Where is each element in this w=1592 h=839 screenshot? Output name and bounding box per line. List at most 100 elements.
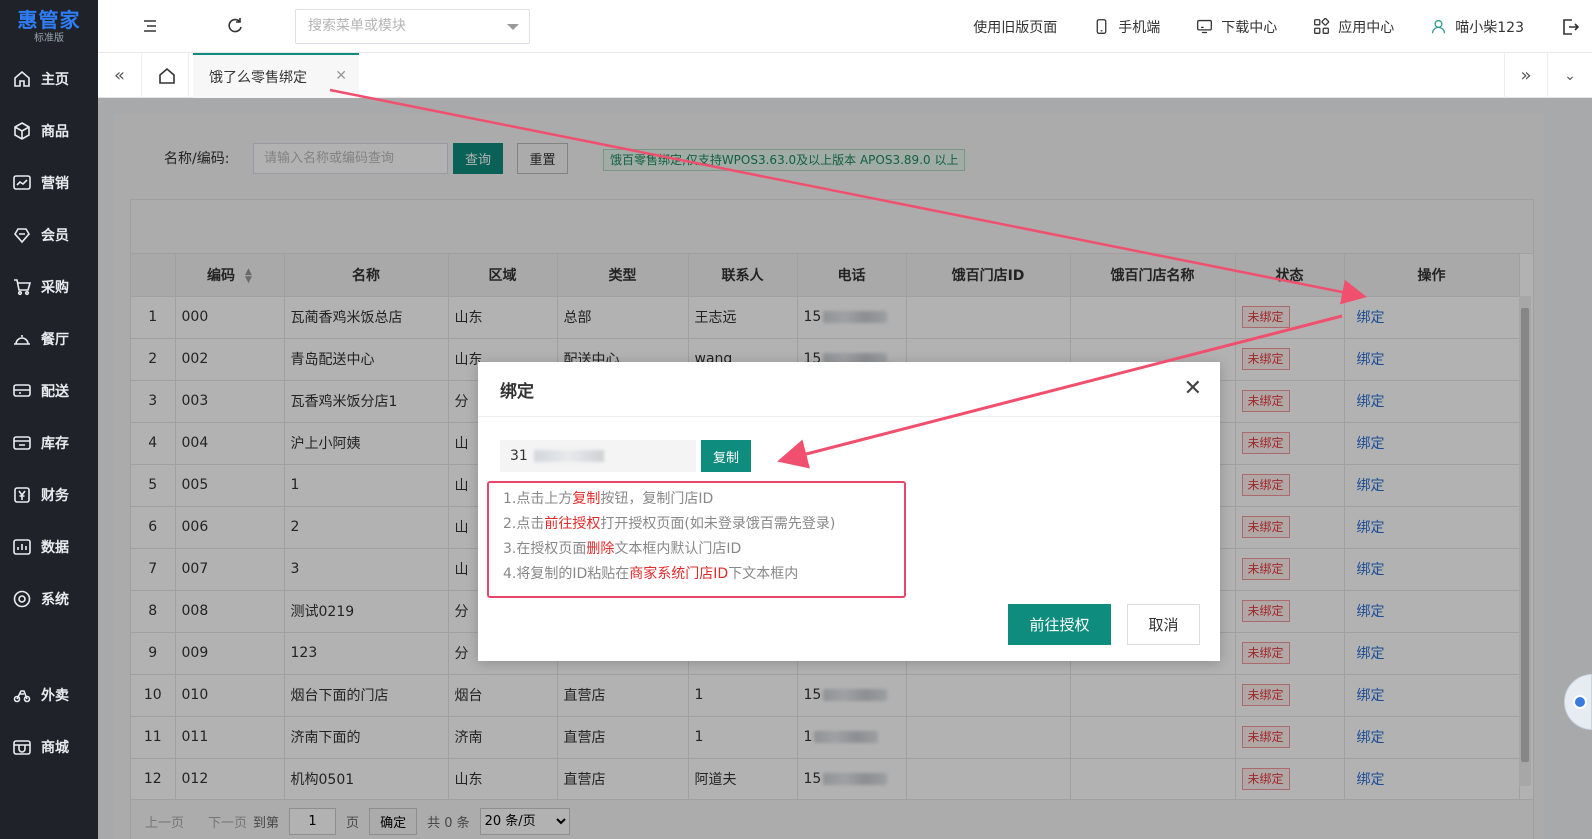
tab-bar: « 饿了么零售绑定 ✕ » ⌄: [98, 53, 1592, 98]
sidebar-item-label: 外卖: [41, 688, 69, 704]
top-header: 使用旧版页面 手机端 下载中心 应用中心 喵小柴123: [98, 0, 1592, 53]
sidebar-item-label: 会员: [41, 228, 69, 244]
download-center-link[interactable]: 下载中心: [1196, 17, 1277, 37]
logo: 惠管家 标准版: [0, 0, 98, 53]
copy-button[interactable]: 复制: [701, 440, 751, 472]
instructions-box: 1.点击上方复制按钮，复制门店ID 2.点击前往授权打开授权页面(如未登录饿百需…: [487, 481, 906, 598]
home-icon: [158, 67, 175, 84]
step-text: 2.点击: [503, 516, 545, 532]
sidebar-item-label: 营销: [41, 176, 69, 192]
old-page-label: 使用旧版页面: [973, 19, 1058, 36]
inventory-icon: [13, 436, 31, 450]
old-page-link[interactable]: 使用旧版页面: [973, 17, 1057, 37]
tabs-menu-button[interactable]: ⌄: [1548, 53, 1592, 98]
instruction-step: 1.点击上方复制按钮，复制门店ID: [503, 487, 904, 512]
logo-title: 惠管家: [17, 7, 81, 32]
sidebar-item-label: 配送: [41, 384, 69, 400]
step-text: 3.在授权页面: [503, 541, 587, 557]
chevron-down-icon[interactable]: [507, 24, 519, 30]
sidebar-item-label: 商城: [41, 740, 69, 756]
menu-icon[interactable]: [140, 16, 160, 36]
double-chevron-right-icon: »: [1520, 65, 1532, 86]
chevron-down-icon: ⌄: [1564, 67, 1576, 84]
sidebar-item-takeout[interactable]: 外卖: [0, 669, 98, 721]
sidebar-item-system[interactable]: 系统: [0, 573, 98, 625]
sidebar-item-label: 主页: [41, 72, 69, 88]
tab-eleme-retail-bind[interactable]: 饿了么零售绑定 ✕: [193, 53, 359, 98]
assistant-icon: [1573, 695, 1587, 709]
sidebar: 惠管家 标准版 主页 商品 营销 会员 采购 餐厅 配送 库存 财务 数据 系统…: [0, 0, 98, 839]
instruction-step: 2.点击前往授权打开授权页面(如未登录饿百需先登录): [503, 512, 904, 537]
sidebar-item-label: 系统: [41, 592, 69, 608]
chart-icon: [13, 175, 31, 190]
close-icon[interactable]: ✕: [335, 68, 347, 84]
mobile-link[interactable]: 手机端: [1093, 17, 1160, 37]
mobile-label: 手机端: [1118, 19, 1161, 36]
step-text: 文本框内默认门店ID: [614, 541, 742, 557]
logout-icon[interactable]: [1560, 17, 1580, 37]
sidebar-item-label: 餐厅: [41, 332, 69, 348]
diamond-icon: [14, 228, 30, 244]
user-menu[interactable]: 喵小柴123: [1430, 17, 1524, 37]
monitor-icon: [1197, 19, 1213, 34]
sidebar-item-inventory[interactable]: 库存: [0, 417, 98, 469]
box-icon: [14, 122, 30, 140]
tab-label: 饿了么零售绑定: [209, 69, 307, 86]
sidebar-item-finance[interactable]: 财务: [0, 469, 98, 521]
sidebar-item-label: 采购: [41, 280, 69, 296]
step-text: 打开授权页面(如未登录饿百需先登录): [600, 516, 836, 532]
sidebar-item-label: 数据: [41, 540, 69, 556]
download-center-label: 下载中心: [1221, 19, 1278, 36]
sidebar-item-home[interactable]: 主页: [0, 53, 98, 105]
logo-edition: 标准版: [34, 32, 64, 44]
user-name: 喵小柴123: [1455, 19, 1524, 36]
step-highlight: 复制: [572, 491, 601, 507]
yen-icon: [14, 487, 30, 503]
user-icon: [1432, 19, 1446, 34]
step-text: 4.将复制的ID粘贴在: [503, 566, 630, 582]
sidebar-item-goods[interactable]: 商品: [0, 105, 98, 157]
step-text: 按钮，复制门店ID: [600, 491, 714, 507]
sidebar-item-label: 商品: [41, 124, 69, 140]
app-center-link[interactable]: 应用中心: [1313, 17, 1394, 37]
step-text: 下文本框内: [728, 566, 799, 582]
settings-icon: [13, 590, 31, 608]
home-icon: [14, 70, 30, 87]
step-highlight: 前往授权: [544, 516, 601, 532]
sidebar-item-purchase[interactable]: 采购: [0, 261, 98, 313]
sidebar-item-delivery[interactable]: 配送: [0, 365, 98, 417]
sidebar-item-label: 财务: [41, 488, 69, 504]
dialog-title: 绑定: [478, 362, 1220, 417]
home-tab-button[interactable]: [145, 53, 189, 98]
bar-chart-icon: [13, 539, 31, 555]
sidebar-item-members[interactable]: 会员: [0, 209, 98, 261]
sidebar-item-data[interactable]: 数据: [0, 521, 98, 573]
go-authorize-button[interactable]: 前往授权: [1008, 604, 1111, 645]
instruction-step: 3.在授权页面删除文本框内默认门店ID: [503, 537, 904, 562]
step-highlight: 商家系统门店ID: [629, 566, 729, 582]
menu-search-input[interactable]: [308, 18, 498, 34]
menu-search[interactable]: [295, 9, 530, 44]
refresh-icon[interactable]: [225, 16, 245, 36]
sidebar-item-mall[interactable]: 商城: [0, 721, 98, 773]
sidebar-item-restaurant[interactable]: 餐厅: [0, 313, 98, 365]
sidebar-item-marketing[interactable]: 营销: [0, 157, 98, 209]
step-text: 1.点击上方: [503, 491, 573, 507]
sidebar-item-label: 库存: [41, 436, 69, 452]
app-center-label: 应用中心: [1338, 19, 1395, 36]
close-icon[interactable]: ✕: [1184, 376, 1202, 401]
bind-dialog: 绑定 ✕ 复制 1.点击上方复制按钮，复制门店ID 2.点击前往授权打开授权页面…: [478, 362, 1220, 661]
cart-icon: [14, 279, 32, 296]
apps-icon: [1314, 18, 1330, 34]
cloche-icon: [14, 335, 30, 345]
tabs-scroll-right-button[interactable]: »: [1504, 53, 1548, 98]
tabs-scroll-left-button[interactable]: «: [98, 53, 142, 98]
step-highlight: 删除: [586, 541, 615, 557]
mobile-icon: [1096, 19, 1107, 34]
truck-icon: [13, 384, 31, 397]
header-actions: 使用旧版页面 手机端 下载中心 应用中心 喵小柴123: [973, 0, 1592, 53]
instruction-step: 4.将复制的ID粘贴在商家系统门店ID下文本框内: [503, 562, 904, 587]
double-chevron-left-icon: «: [113, 65, 125, 86]
cancel-button[interactable]: 取消: [1127, 604, 1200, 645]
